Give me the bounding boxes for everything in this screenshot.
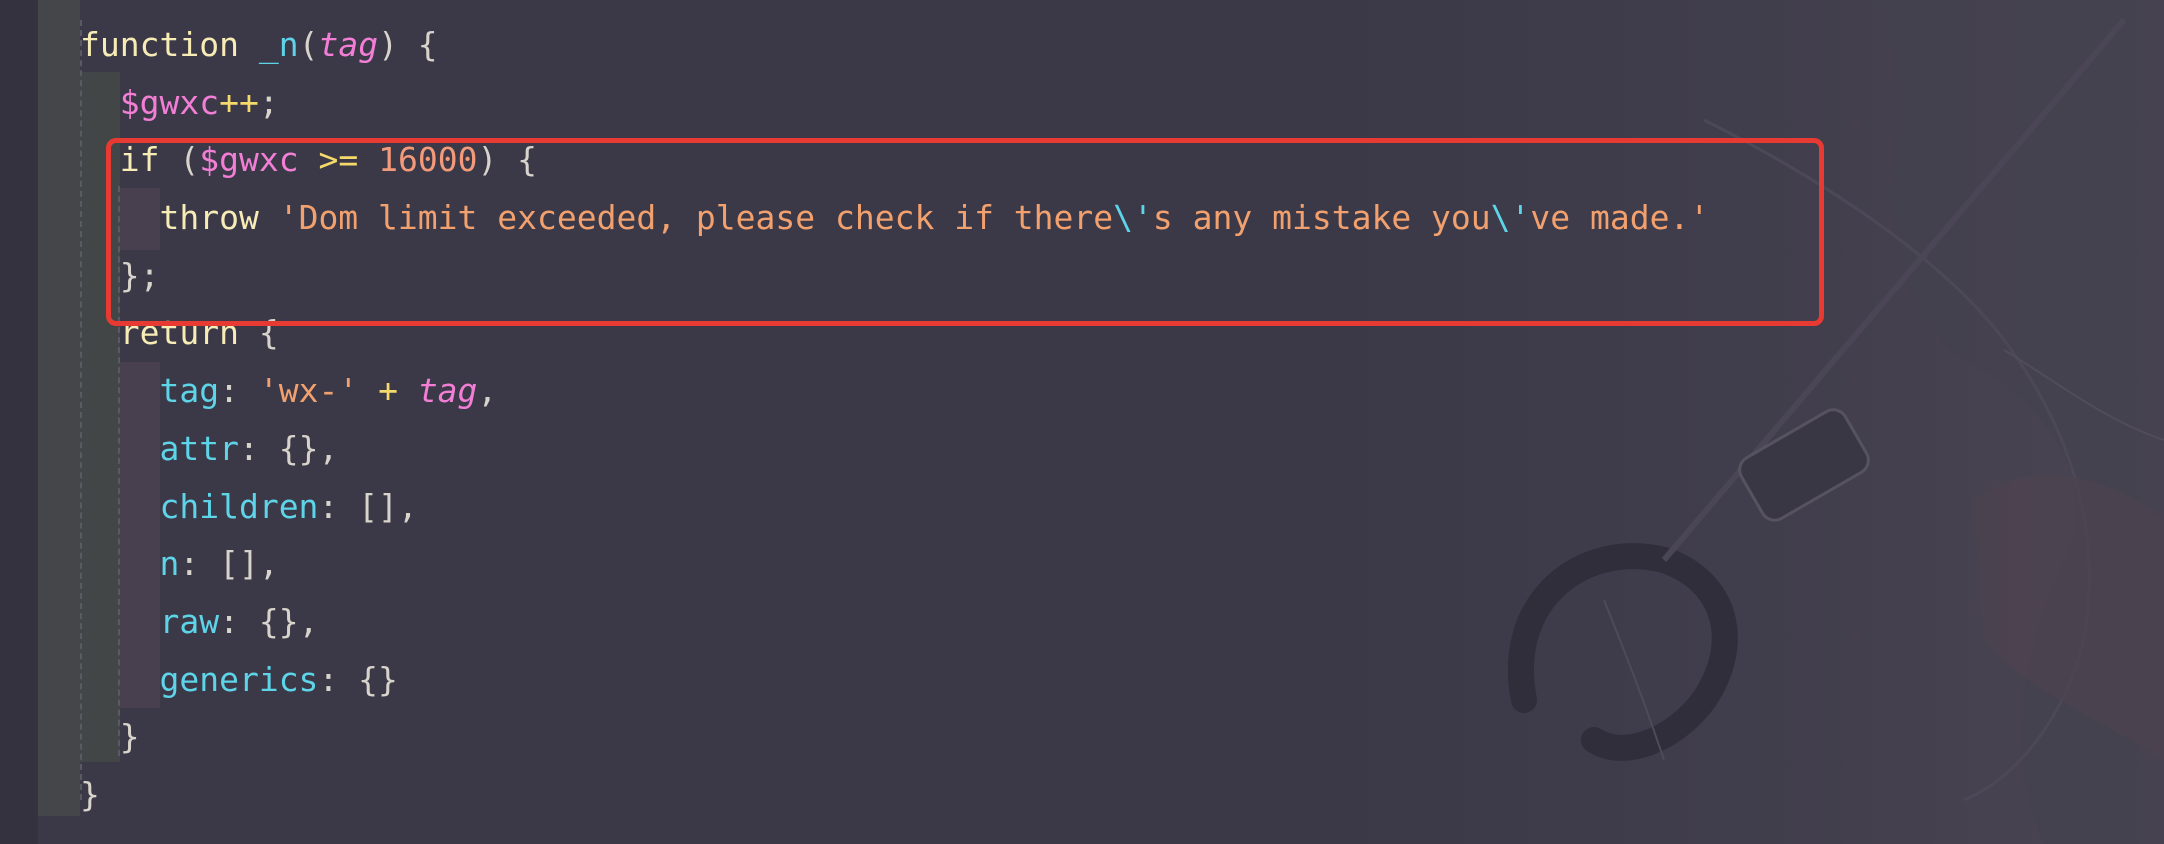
code-token-op: + — [378, 371, 398, 411]
code-line[interactable]: n: [], — [80, 535, 1709, 593]
code-token-punc: : {}, — [238, 428, 339, 468]
code-token-punc: : — [219, 371, 259, 411]
code-token-punc — [239, 25, 259, 64]
code-token-prop: tag — [159, 371, 220, 411]
code-token-punc: } — [80, 774, 100, 814]
code-token-punc: : {}, — [219, 601, 319, 641]
code-token-op: ++ — [219, 82, 259, 122]
code-token-var: $gwxc — [119, 82, 220, 122]
code-token-param: tag — [318, 25, 379, 64]
code-token-punc: ) { — [378, 25, 438, 64]
code-editor[interactable]: function _n(tag) { $gwxc++; if ($gwxc >=… — [0, 0, 2164, 844]
code-line[interactable]: function _n(tag) { — [80, 16, 1709, 74]
highlight-annotation-box — [106, 138, 1824, 326]
code-line[interactable]: generics: {} — [80, 651, 1709, 709]
editor-gutter — [0, 0, 38, 844]
code-token-kw: function — [80, 25, 239, 64]
code-line[interactable]: tag: 'wx-' + tag, — [80, 362, 1709, 420]
code-token-str: 'wx-' — [258, 371, 359, 411]
code-token-punc: , — [477, 371, 498, 411]
code-token-punc: : {} — [318, 659, 398, 699]
code-token-prop: n — [159, 544, 180, 584]
code-line[interactable]: attr: {}, — [80, 420, 1709, 478]
code-token-punc: : [], — [179, 544, 279, 584]
code-line[interactable]: $gwxc++; — [80, 74, 1709, 132]
code-token-prop: attr — [159, 428, 239, 468]
code-line[interactable]: children: [], — [80, 478, 1709, 536]
code-token-prop: generics — [159, 659, 319, 699]
code-token-punc — [358, 371, 378, 410]
code-line[interactable]: raw: {}, — [80, 593, 1709, 651]
code-token-prop: children — [159, 486, 319, 526]
code-token-punc — [398, 371, 418, 410]
code-line[interactable]: } — [80, 766, 1709, 824]
code-line[interactable]: } — [80, 708, 1709, 766]
code-token-punc: ( — [298, 25, 319, 64]
code-token-punc: } — [119, 717, 140, 757]
code-token-param: tag — [417, 371, 478, 411]
code-token-punc: ; — [258, 82, 279, 122]
code-token-punc: : [], — [318, 486, 418, 526]
fold-strip — [38, 0, 80, 816]
code-token-fn: _n — [258, 25, 299, 64]
code-token-prop: raw — [159, 601, 220, 641]
